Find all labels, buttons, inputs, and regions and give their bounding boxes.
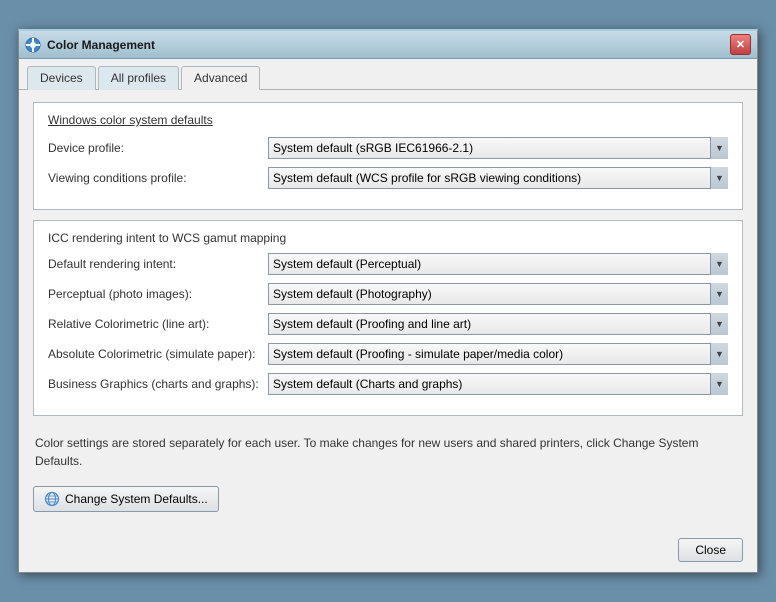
icc-rendering-section: ICC rendering intent to WCS gamut mappin… (33, 220, 743, 416)
device-profile-select[interactable]: System default (sRGB IEC61966-2.1) (268, 137, 728, 159)
rendering-intent-dropdown-2: System default (Proofing and line art) ▼ (268, 313, 728, 335)
device-profile-dropdown-wrapper: System default (sRGB IEC61966-2.1) ▼ (268, 137, 728, 159)
main-content: Windows color system defaults Device pro… (19, 90, 757, 530)
device-profile-label: Device profile: (48, 141, 268, 155)
rendering-intent-row-3: Absolute Colorimetric (simulate paper): … (48, 343, 728, 365)
rendering-intent-dropdown-3: System default (Proofing - simulate pape… (268, 343, 728, 365)
rendering-intent-row-1: Perceptual (photo images): System defaul… (48, 283, 728, 305)
rendering-intent-label-4: Business Graphics (charts and graphs): (48, 377, 268, 391)
viewing-conditions-row: Viewing conditions profile: System defau… (48, 167, 728, 189)
change-system-defaults-button[interactable]: Change System Defaults... (33, 486, 219, 512)
rendering-intent-select-0[interactable]: System default (Perceptual) (268, 253, 728, 275)
footer: Close (19, 530, 757, 572)
rendering-intent-row-2: Relative Colorimetric (line art): System… (48, 313, 728, 335)
rendering-intent-label-0: Default rendering intent: (48, 257, 268, 271)
viewing-conditions-label: Viewing conditions profile: (48, 171, 268, 185)
close-button[interactable]: Close (678, 538, 743, 562)
rendering-intent-select-1[interactable]: System default (Photography) (268, 283, 728, 305)
change-defaults-label: Change System Defaults... (65, 492, 208, 506)
close-title-button[interactable]: ✕ (730, 34, 751, 55)
rendering-intent-dropdown-1: System default (Photography) ▼ (268, 283, 728, 305)
rendering-intent-label-1: Perceptual (photo images): (48, 287, 268, 301)
globe-icon (44, 491, 60, 507)
titlebar-left: Color Management (25, 37, 155, 53)
windows-defaults-section: Windows color system defaults Device pro… (33, 102, 743, 210)
titlebar: Color Management ✕ (19, 31, 757, 59)
rendering-intent-dropdown-0: System default (Perceptual) ▼ (268, 253, 728, 275)
icc-rendering-title: ICC rendering intent to WCS gamut mappin… (48, 231, 728, 245)
rendering-intent-label-3: Absolute Colorimetric (simulate paper): (48, 347, 268, 361)
rendering-intent-select-2[interactable]: System default (Proofing and line art) (268, 313, 728, 335)
tab-advanced[interactable]: Advanced (181, 66, 260, 90)
info-text: Color settings are stored separately for… (33, 426, 743, 478)
rendering-intent-row-4: Business Graphics (charts and graphs): S… (48, 373, 728, 395)
rendering-intent-label-2: Relative Colorimetric (line art): (48, 317, 268, 331)
rendering-intent-dropdown-4: System default (Charts and graphs) ▼ (268, 373, 728, 395)
window-title: Color Management (47, 38, 155, 52)
device-profile-row: Device profile: System default (sRGB IEC… (48, 137, 728, 159)
rendering-intent-select-3[interactable]: System default (Proofing - simulate pape… (268, 343, 728, 365)
color-management-window: Color Management ✕ Devices All profiles … (18, 29, 758, 573)
windows-defaults-title: Windows color system defaults (48, 113, 728, 127)
tab-devices[interactable]: Devices (27, 66, 96, 90)
rendering-intent-select-4[interactable]: System default (Charts and graphs) (268, 373, 728, 395)
viewing-conditions-select[interactable]: System default (WCS profile for sRGB vie… (268, 167, 728, 189)
window-icon (25, 37, 41, 53)
tab-all-profiles[interactable]: All profiles (98, 66, 179, 90)
rendering-intent-row-0: Default rendering intent: System default… (48, 253, 728, 275)
viewing-conditions-dropdown-wrapper: System default (WCS profile for sRGB vie… (268, 167, 728, 189)
tabs-bar: Devices All profiles Advanced (19, 59, 757, 90)
